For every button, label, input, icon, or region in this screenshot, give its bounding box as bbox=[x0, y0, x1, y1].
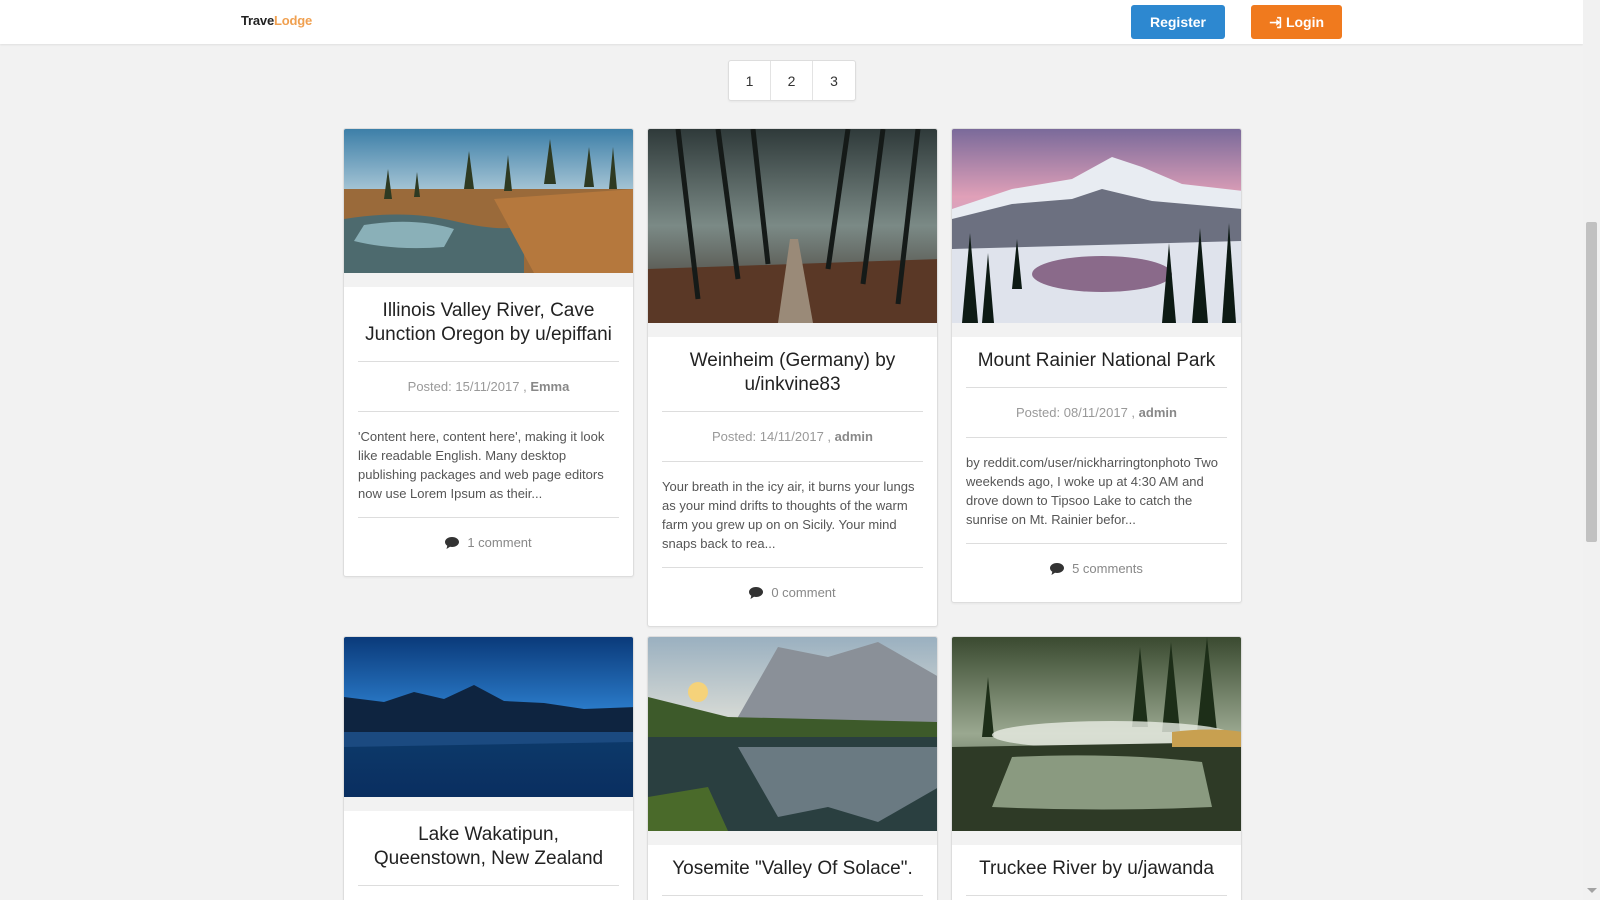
post-comments[interactable]: 0 comment bbox=[662, 568, 923, 626]
scrollbar-thumb[interactable] bbox=[1586, 222, 1597, 542]
post-title[interactable]: Illinois Valley River, Cave Junction Ore… bbox=[358, 287, 619, 361]
comment-count: 1 comment bbox=[467, 535, 532, 550]
site-logo[interactable]: TraveLodge bbox=[241, 13, 312, 28]
page-link-3[interactable]: 3 bbox=[813, 61, 855, 100]
post-card[interactable]: Lake Wakatipun, Queenstown, New Zealand bbox=[343, 636, 634, 900]
divider bbox=[966, 895, 1227, 896]
post-meta: Posted: 15/11/2017 , Emma bbox=[358, 362, 619, 411]
post-excerpt: by reddit.com/user/nickharringtonphoto T… bbox=[966, 455, 1218, 527]
login-button[interactable]: Login bbox=[1251, 5, 1342, 39]
image-spacer bbox=[344, 273, 633, 287]
post-image-forest[interactable] bbox=[648, 129, 938, 323]
post-title[interactable]: Truckee River by u/jawanda bbox=[966, 845, 1227, 895]
post-card[interactable]: Yosemite "Valley Of Solace". bbox=[647, 636, 938, 900]
post-author[interactable]: admin bbox=[835, 429, 873, 444]
post-title[interactable]: Weinheim (Germany) by u/inkvine83 bbox=[662, 337, 923, 411]
register-button[interactable]: Register bbox=[1131, 5, 1225, 39]
post-card[interactable]: Weinheim (Germany) by u/inkvine83 Posted… bbox=[647, 128, 938, 627]
image-spacer bbox=[344, 797, 633, 811]
pagination: 1 2 3 bbox=[728, 60, 856, 101]
post-comments[interactable]: 5 comments bbox=[966, 544, 1227, 602]
post-comments[interactable]: 1 comment bbox=[358, 518, 619, 576]
image-spacer bbox=[952, 831, 1241, 845]
image-spacer bbox=[648, 831, 937, 845]
post-card[interactable]: Mount Rainier National Park Posted: 08/1… bbox=[951, 128, 1242, 603]
post-card[interactable]: Truckee River by u/jawanda bbox=[951, 636, 1242, 900]
divider bbox=[662, 895, 923, 896]
sign-in-icon bbox=[1269, 16, 1282, 28]
post-date: Posted: 14/11/2017 , bbox=[712, 429, 832, 444]
post-author[interactable]: admin bbox=[1139, 405, 1177, 420]
post-image-truckee-river[interactable] bbox=[952, 637, 1242, 831]
post-image-river[interactable] bbox=[344, 129, 634, 273]
post-excerpt: Your breath in the icy air, it burns you… bbox=[662, 479, 915, 551]
post-date: Posted: 08/11/2017 , bbox=[1016, 405, 1136, 420]
register-button-label: Register bbox=[1149, 14, 1207, 30]
image-spacer bbox=[648, 323, 937, 337]
page-link-2[interactable]: 2 bbox=[771, 61, 813, 100]
post-meta: Posted: 08/11/2017 , admin bbox=[966, 388, 1227, 437]
logo-text-accent: Lodge bbox=[273, 13, 312, 28]
comment-icon bbox=[749, 586, 764, 599]
post-title[interactable]: Lake Wakatipun, Queenstown, New Zealand bbox=[358, 811, 619, 885]
post-image-yosemite[interactable] bbox=[648, 637, 938, 831]
post-date: Posted: 15/11/2017 , bbox=[407, 379, 527, 394]
post-title[interactable]: Yosemite "Valley Of Solace". bbox=[662, 845, 923, 895]
image-spacer bbox=[952, 323, 1241, 337]
post-image-mountain[interactable] bbox=[952, 129, 1242, 323]
top-navbar: TraveLodge Register Login bbox=[0, 0, 1583, 44]
page-link-1[interactable]: 1 bbox=[729, 61, 771, 100]
comment-icon bbox=[1050, 562, 1065, 575]
post-author[interactable]: Emma bbox=[530, 379, 569, 394]
logo-text-primary: Trave bbox=[241, 13, 274, 28]
post-title[interactable]: Mount Rainier National Park bbox=[966, 337, 1227, 387]
login-button-label: Login bbox=[1285, 14, 1325, 30]
scroll-down-arrow-icon[interactable] bbox=[1587, 888, 1597, 893]
post-card[interactable]: Illinois Valley River, Cave Junction Ore… bbox=[343, 128, 634, 577]
comment-count: 5 comments bbox=[1072, 561, 1143, 576]
post-image-lake[interactable] bbox=[344, 637, 634, 797]
post-excerpt: 'Content here, content here', making it … bbox=[358, 429, 605, 501]
post-meta: Posted: 14/11/2017 , admin bbox=[662, 412, 923, 461]
comment-count: 0 comment bbox=[771, 585, 836, 600]
comment-icon bbox=[445, 536, 460, 549]
divider bbox=[358, 885, 619, 886]
